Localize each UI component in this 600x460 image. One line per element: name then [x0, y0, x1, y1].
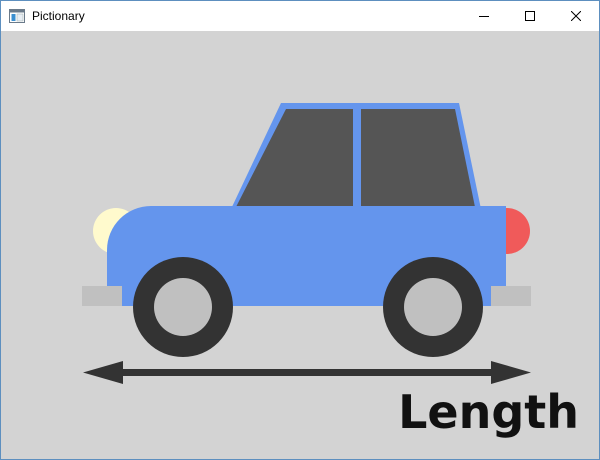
car-rear-window	[236, 109, 353, 207]
drawing-label: Length	[398, 385, 579, 439]
title-bar[interactable]: Pictionary	[1, 1, 599, 31]
car-front-bumper	[82, 286, 122, 306]
app-window-icon	[9, 9, 25, 23]
car-front-window	[361, 109, 475, 207]
maximize-button[interactable]	[507, 1, 553, 31]
car-front-hubcap	[154, 278, 212, 336]
car-rear-hubcap	[404, 278, 462, 336]
car-rear-bumper	[491, 286, 531, 306]
length-arrow	[83, 361, 531, 384]
close-icon	[571, 11, 581, 21]
drawing-canvas[interactable]: Length	[1, 31, 599, 459]
maximize-icon	[525, 11, 535, 21]
app-window: Pictionary Length	[0, 0, 600, 460]
minimize-button[interactable]	[461, 1, 507, 31]
window-title: Pictionary	[32, 9, 85, 23]
window-controls	[461, 1, 599, 31]
minimize-icon	[479, 16, 489, 17]
close-button[interactable]	[553, 1, 599, 31]
